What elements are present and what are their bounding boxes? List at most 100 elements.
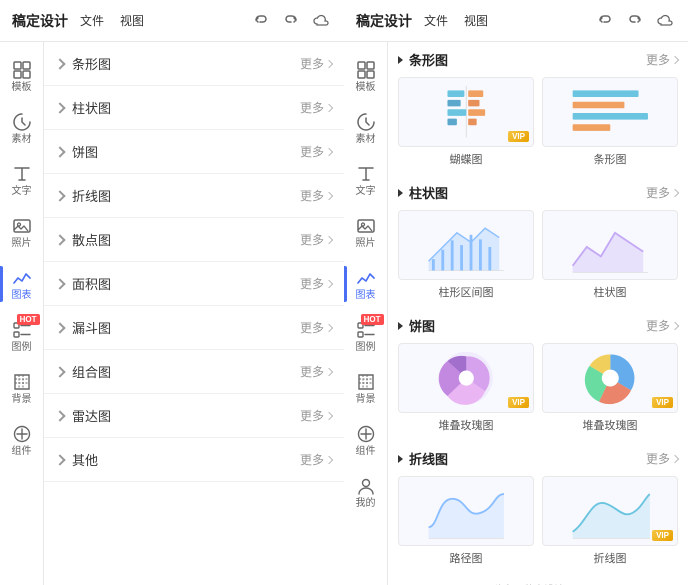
chart-name-rose-stack2: 堆叠玫瑰图 [583,417,638,433]
hot-badge: HOT [17,314,40,325]
list-label-radar: 雷达图 [72,406,300,425]
right-sidebar-item-component[interactable]: 组件 [344,414,388,466]
template-icon [355,59,377,81]
sidebar-item-material[interactable]: 素材 [0,102,44,154]
more-funnel[interactable]: 更多 [300,319,332,336]
section-more-bar[interactable]: 更多 [646,51,678,68]
left-menu-view[interactable]: 视图 [116,10,148,31]
left-menu-file[interactable]: 文件 [76,10,108,31]
section-more-line[interactable]: 更多 [646,450,678,467]
list-item-bar[interactable]: 条形图 更多 [44,42,344,86]
chart-name-rose-stack1: 堆叠玫瑰图 [439,417,494,433]
more-column[interactable]: 更多 [300,99,332,116]
chart-name-line-path: 路径图 [450,550,483,566]
chevron-icon [325,59,333,67]
right-menu-file[interactable]: 文件 [420,10,452,31]
chart-card-column-simple[interactable]: 柱状图 [542,210,678,300]
chart-card-butterfly[interactable]: VIP 蝴蝶图 [398,77,534,167]
sidebar-item-chart[interactable]: 图表 [0,258,44,310]
section-title-bar: 条形图 [409,50,646,69]
bar-grid-row: VIP 蝴蝶图 [388,73,688,175]
more-scatter[interactable]: 更多 [300,231,332,248]
right-sidebar-item-legend[interactable]: HOT 图例 [344,310,388,362]
chart-card-line-simple[interactable]: VIP 折线图 [542,476,678,566]
material-label: 素材 [356,135,376,145]
more-pie[interactable]: 更多 [300,143,332,160]
right-cloud-button[interactable] [654,10,676,32]
cloud-button[interactable] [310,10,332,32]
more-line[interactable]: 更多 [300,187,332,204]
chart-thumb-column-simple [542,210,678,280]
more-other[interactable]: 更多 [300,451,332,468]
photo-icon [355,215,377,237]
list-item-pie[interactable]: 饼图 更多 [44,130,344,174]
more-bar[interactable]: 更多 [300,55,332,72]
right-sidebar-item-chart[interactable]: 图表 [344,258,388,310]
arrow-icon [54,102,65,113]
arrow-icon [54,366,65,377]
arrow-icon [54,146,65,157]
chart-card-line-path[interactable]: 路径图 [398,476,534,566]
material-label: 素材 [12,135,32,145]
right-undo-button[interactable] [594,10,616,32]
sidebar-item-template[interactable]: 模板 [0,50,44,102]
list-item-area[interactable]: 面积图 更多 [44,262,344,306]
template-icon [11,59,33,81]
redo-button[interactable] [280,10,302,32]
right-sidebar-item-text[interactable]: 文字 [344,154,388,206]
more-area[interactable]: 更多 [300,275,332,292]
column-grid-row: 柱形区间图 柱状图 [388,206,688,308]
chart-card-rose-stack2[interactable]: VIP 堆叠玫瑰图 [542,343,678,433]
vip-badge-rose1: VIP [508,397,529,408]
arrow-icon [54,190,65,201]
arrow-icon [54,454,65,465]
list-item-funnel[interactable]: 漏斗图 更多 [44,306,344,350]
list-item-radar[interactable]: 雷达图 更多 [44,394,344,438]
section-triangle-column [398,189,403,197]
section-more-pie[interactable]: 更多 [646,317,678,334]
my-label: 我的 [356,499,376,509]
component-icon [355,423,377,445]
template-label: 模板 [12,83,32,93]
right-sidebar-item-my[interactable]: 我的 [344,466,388,518]
more-combo[interactable]: 更多 [300,363,332,380]
sidebar-item-component[interactable]: 组件 [0,414,44,466]
chevron-icon [325,367,333,375]
list-item-line[interactable]: 折线图 更多 [44,174,344,218]
list-label-other: 其他 [72,450,300,469]
right-redo-button[interactable] [624,10,646,32]
list-item-scatter[interactable]: 散点图 更多 [44,218,344,262]
section-triangle-bar [398,56,403,64]
list-item-other[interactable]: 其他 更多 [44,438,344,482]
right-sidebar-item-material[interactable]: 素材 [344,102,388,154]
chart-card-rose-stack1[interactable]: VIP 堆叠玫瑰图 [398,343,534,433]
sidebar-item-legend[interactable]: HOT 图例 [0,310,44,362]
background-icon [11,371,33,393]
vip-badge-rose2: VIP [652,397,673,408]
chart-card-column-range[interactable]: 柱形区间图 [398,210,534,300]
section-more-column[interactable]: 更多 [646,184,678,201]
list-label-column: 柱状图 [72,98,300,117]
arrow-icon [54,58,65,69]
right-menu-view[interactable]: 视图 [460,10,492,31]
right-sidebar-item-photo[interactable]: 照片 [344,206,388,258]
chevron-icon [325,323,333,331]
sidebar-item-background[interactable]: 背景 [0,362,44,414]
list-item-column[interactable]: 柱状图 更多 [44,86,344,130]
right-sidebar-item-background[interactable]: 背景 [344,362,388,414]
chevron-icon [671,55,679,63]
chart-card-bar-simple[interactable]: 条形图 [542,77,678,167]
chart-name-bar-simple: 条形图 [594,151,627,167]
right-sidebar-item-template[interactable]: 模板 [344,50,388,102]
footer-watermark: 头条@稿定设计App [388,574,688,585]
arrow-icon [54,410,65,421]
list-item-combo[interactable]: 组合图 更多 [44,350,344,394]
section-header-bar: 条形图 更多 [388,42,688,73]
sidebar-item-text[interactable]: 文字 [0,154,44,206]
chart-thumb-line-simple: VIP [542,476,678,546]
right-topbar: 稿定设计 文件 视图 [344,0,688,42]
more-radar[interactable]: 更多 [300,407,332,424]
right-logo: 稿定设计 [356,11,412,31]
undo-button[interactable] [250,10,272,32]
sidebar-item-photo[interactable]: 照片 [0,206,44,258]
